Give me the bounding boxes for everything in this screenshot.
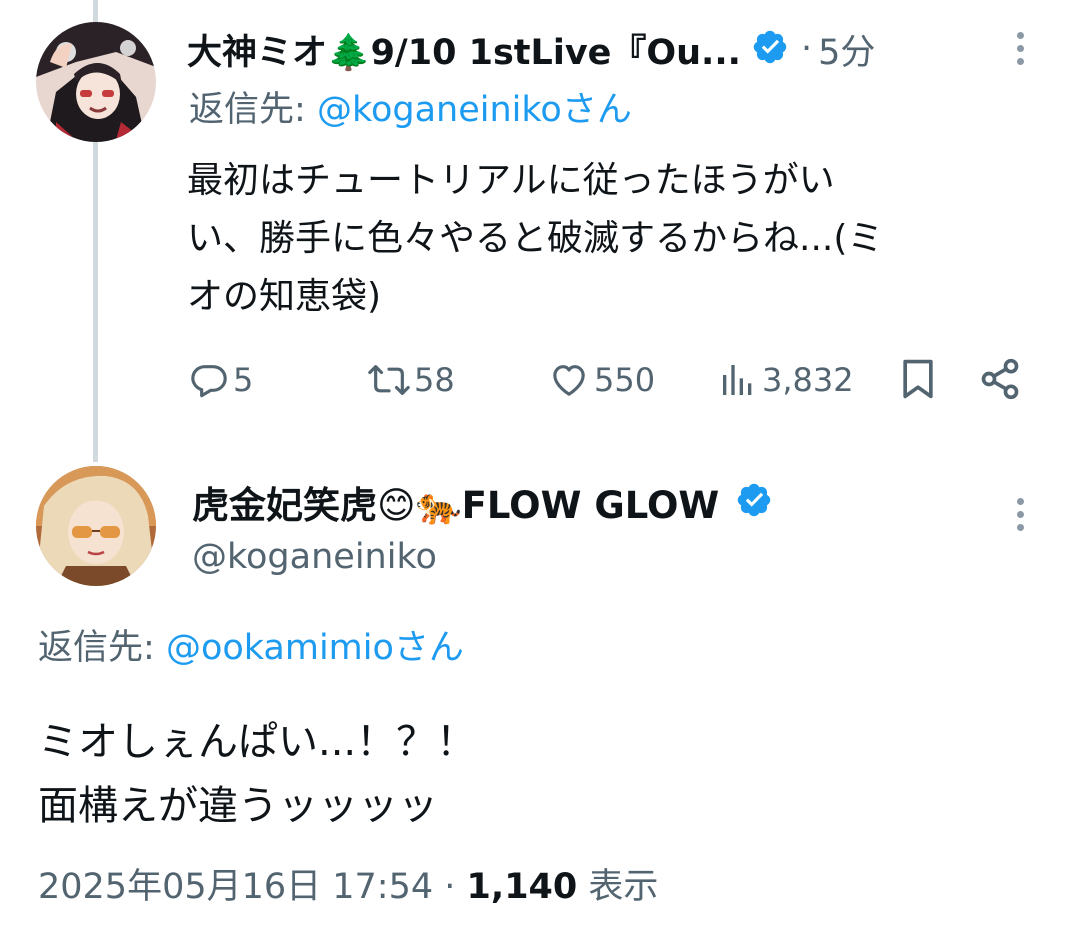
- more-dot: [1016, 524, 1024, 531]
- views-button[interactable]: 3,832: [718, 358, 854, 402]
- reply-to-handle-link[interactable]: @ookamimioさん: [166, 628, 464, 668]
- tweet2-timestamp[interactable]: 2025年05月16日 17:54: [38, 867, 433, 907]
- reply-count: 5: [233, 361, 254, 399]
- more-dot: [1016, 511, 1024, 518]
- verified-badge-icon: [735, 481, 773, 523]
- retweet-button[interactable]: 58: [366, 358, 455, 402]
- reply-icon: [189, 360, 229, 400]
- retweet-count: 58: [414, 361, 455, 399]
- tweet2-text-line: 面構えが違うッッッッ: [38, 783, 438, 829]
- tweet1-display-name[interactable]: 大神ミオ🌲9/10 1stLive『Ou...: [187, 24, 741, 75]
- like-count: 550: [594, 361, 656, 399]
- footer-dot-separator: ·: [444, 867, 467, 907]
- more-dot: [1016, 32, 1024, 39]
- more-vertical-icon[interactable]: [1010, 32, 1030, 65]
- tweet2-view-label: 表示: [588, 867, 659, 907]
- like-button[interactable]: 550: [548, 358, 655, 402]
- more-vertical-icon[interactable]: [1010, 498, 1030, 531]
- tweet1-text: 最初はチュートリアルに従ったほうがい い、勝手に色々やると破滅するからね...(…: [187, 152, 883, 326]
- tweet1-text-line: 最初はチュートリアルに従ったほうがい: [187, 160, 835, 201]
- more-dot: [1016, 58, 1024, 65]
- tweet2-view-count: 1,140: [466, 867, 578, 907]
- tweet2-handle[interactable]: @koganeiniko: [192, 532, 437, 582]
- tweet1-dot-separator: ·: [800, 29, 813, 69]
- reply-to-handle-link[interactable]: @koganeinikoさん: [317, 90, 632, 130]
- tweet1-reply-to: 返信先: @koganeinikoさん: [189, 84, 632, 136]
- reply-button[interactable]: 5: [189, 358, 253, 402]
- tweet1-text-line: い、勝手に色々やると破滅するからね...(ミ: [187, 218, 884, 259]
- views-icon: [718, 360, 758, 400]
- more-dot: [1016, 45, 1024, 52]
- avatar-koganeiniko[interactable]: [36, 466, 156, 586]
- views-count: 3,832: [762, 361, 854, 399]
- bookmark-icon[interactable]: [898, 357, 938, 405]
- tweet1-header: 大神ミオ🌲9/10 1stLive『Ou... · 5分: [187, 24, 875, 74]
- tweet1-text-line: オの知恵袋): [187, 276, 382, 317]
- heart-icon: [548, 360, 590, 400]
- avatar-ookamimio[interactable]: [36, 22, 156, 142]
- tweet1-time[interactable]: 5分: [818, 24, 875, 75]
- reply-to-label: 返信先:: [189, 90, 306, 130]
- more-dot: [1016, 498, 1024, 505]
- tweet2-footer: 2025年05月16日 17:54 · 1,140 表示: [38, 862, 658, 912]
- verified-badge-icon: [751, 28, 789, 70]
- reply-to-label: 返信先:: [38, 628, 155, 668]
- tweet2-text: ミオしぇんぱい...！？！ 面構えが違うッッッッ: [38, 710, 476, 838]
- tweet2-display-name[interactable]: 虎金妃笑虎😊🐅FLOW GLOW: [192, 475, 719, 529]
- share-icon[interactable]: [978, 357, 1022, 405]
- tweet2-reply-to: 返信先: @ookamimioさん: [38, 622, 464, 674]
- tweet2-header: 虎金妃笑虎😊🐅FLOW GLOW: [192, 476, 773, 528]
- tweet2-text-line: ミオしぇんぱい...！？！: [38, 719, 477, 765]
- retweet-icon: [366, 360, 412, 400]
